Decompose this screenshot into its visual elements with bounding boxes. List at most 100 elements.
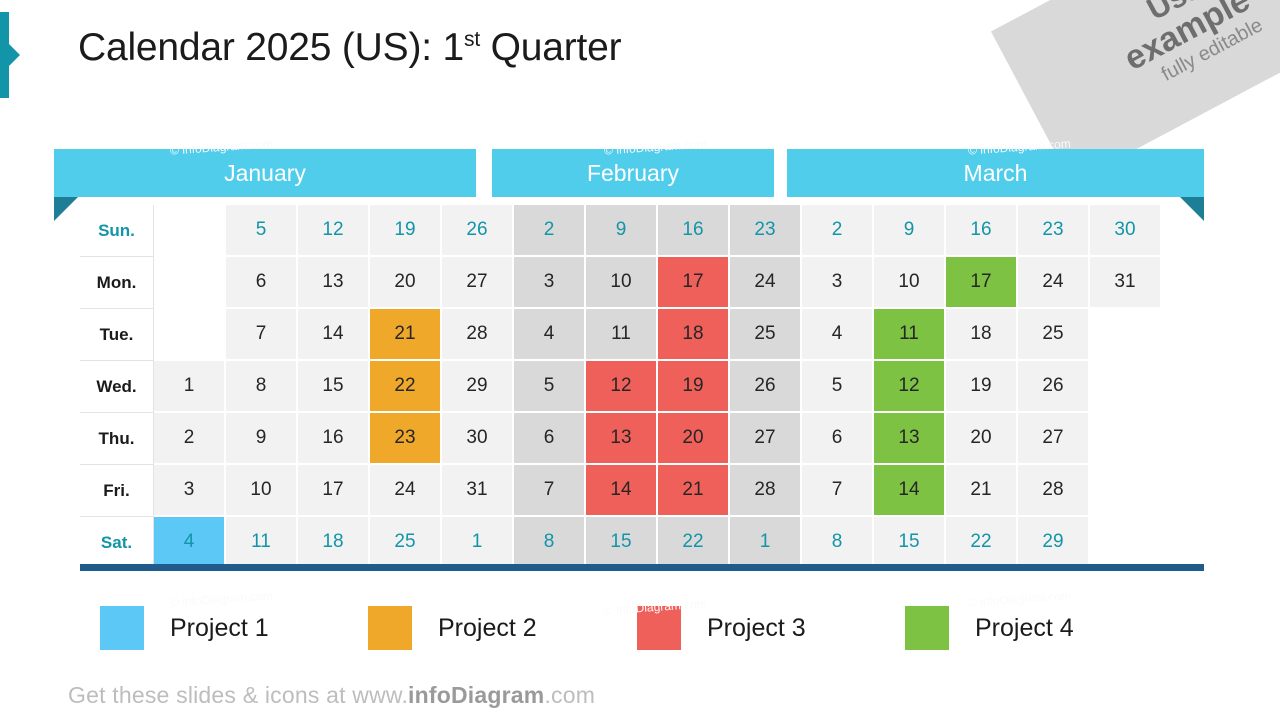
calendar-day-cell[interactable]: 6	[226, 257, 298, 309]
calendar-day-cell[interactable]: 25	[1018, 309, 1090, 361]
calendar-day-cell-marked[interactable]: 13	[586, 413, 658, 465]
calendar-day-cell[interactable]: 16	[298, 413, 370, 465]
calendar-day-cell[interactable]: 5	[802, 361, 874, 413]
calendar-day-cell[interactable]: 30	[1090, 205, 1162, 257]
calendar-day-cell-marked[interactable]: 20	[658, 413, 730, 465]
calendar-day-cell[interactable]: 9	[874, 205, 946, 257]
calendar-day-cell[interactable]: 10	[226, 465, 298, 517]
calendar-day-cell-marked[interactable]: 22	[370, 361, 442, 413]
calendar-day-cell[interactable]: 3	[802, 257, 874, 309]
calendar-day-cell[interactable]: 3	[514, 257, 586, 309]
calendar-day-cell[interactable]: 27	[442, 257, 514, 309]
calendar-day-cell[interactable]: 24	[730, 257, 802, 309]
calendar-day-cell[interactable]	[154, 257, 226, 309]
calendar-day-cell[interactable]: 2	[802, 205, 874, 257]
calendar-day-cell[interactable]: 16	[946, 205, 1018, 257]
calendar-day-cell[interactable]: 1	[154, 361, 226, 413]
calendar-day-cell[interactable]: 8	[514, 517, 586, 569]
calendar-day-cell[interactable]: 3	[154, 465, 226, 517]
calendar-day-cell-marked[interactable]: 13	[874, 413, 946, 465]
calendar-day-cell[interactable]: 2	[514, 205, 586, 257]
calendar-day-cell[interactable]: 13	[298, 257, 370, 309]
calendar-day-cell[interactable]: 24	[370, 465, 442, 517]
calendar-day-cell[interactable]: 26	[1018, 361, 1090, 413]
legend-item-3[interactable]: Project 3	[637, 606, 806, 650]
calendar-day-cell[interactable]: 19	[946, 361, 1018, 413]
calendar-day-cell[interactable]: 9	[586, 205, 658, 257]
calendar-day-cell[interactable]: 30	[442, 413, 514, 465]
month-header-january[interactable]: January	[54, 149, 476, 221]
month-header-march[interactable]: March	[787, 149, 1204, 221]
calendar-day-cell[interactable]: 27	[1018, 413, 1090, 465]
calendar-day-cell[interactable]: 23	[730, 205, 802, 257]
calendar-day-cell[interactable]: 5	[226, 205, 298, 257]
calendar-day-cell[interactable]: 1	[442, 517, 514, 569]
calendar-day-cell-marked[interactable]: 21	[658, 465, 730, 517]
calendar-day-cell[interactable]: 2	[154, 413, 226, 465]
calendar-day-cell[interactable]: 5	[514, 361, 586, 413]
calendar-day-cell[interactable]	[1090, 309, 1162, 361]
calendar-day-cell[interactable]: 4	[514, 309, 586, 361]
calendar-day-cell[interactable]: 16	[658, 205, 730, 257]
calendar-day-cell[interactable]: 31	[1090, 257, 1162, 309]
calendar-day-cell[interactable]: 22	[658, 517, 730, 569]
calendar-day-cell[interactable]: 14	[298, 309, 370, 361]
calendar-day-cell[interactable]: 12	[298, 205, 370, 257]
month-header-february[interactable]: February	[492, 149, 774, 197]
calendar-day-cell[interactable]: 17	[298, 465, 370, 517]
calendar-day-cell-marked[interactable]: 12	[586, 361, 658, 413]
calendar-day-cell[interactable]: 15	[298, 361, 370, 413]
calendar-day-cell-marked[interactable]: 11	[874, 309, 946, 361]
calendar-day-cell[interactable]: 11	[226, 517, 298, 569]
legend-item-2[interactable]: Project 2	[368, 606, 537, 650]
calendar-day-cell-marked[interactable]: 17	[658, 257, 730, 309]
calendar-day-cell[interactable]: 10	[874, 257, 946, 309]
calendar-day-cell[interactable]: 28	[442, 309, 514, 361]
calendar-day-cell[interactable]: 25	[370, 517, 442, 569]
calendar-day-cell[interactable]: 28	[730, 465, 802, 517]
calendar-day-cell[interactable]: 22	[946, 517, 1018, 569]
calendar-day-cell[interactable]: 19	[370, 205, 442, 257]
legend-item-1[interactable]: Project 1	[100, 606, 269, 650]
calendar-day-cell[interactable]: 23	[1018, 205, 1090, 257]
calendar-day-cell[interactable]: 18	[298, 517, 370, 569]
calendar-day-cell-marked[interactable]: 21	[370, 309, 442, 361]
legend-item-4[interactable]: Project 4	[905, 606, 1074, 650]
calendar-day-cell[interactable]: 6	[514, 413, 586, 465]
calendar-day-cell[interactable]: 7	[514, 465, 586, 517]
calendar-day-cell[interactable]	[1090, 413, 1162, 465]
calendar-day-cell[interactable]: 28	[1018, 465, 1090, 517]
calendar-day-cell[interactable]: 27	[730, 413, 802, 465]
calendar-day-cell[interactable]	[154, 205, 226, 257]
calendar-day-cell[interactable]	[1090, 517, 1162, 569]
calendar-day-cell[interactable]: 1	[730, 517, 802, 569]
calendar-day-cell[interactable]: 31	[442, 465, 514, 517]
calendar-day-cell[interactable]	[1090, 361, 1162, 413]
calendar-day-cell[interactable]: 7	[226, 309, 298, 361]
calendar-day-cell-marked[interactable]: 18	[658, 309, 730, 361]
calendar-day-cell-marked[interactable]: 14	[874, 465, 946, 517]
calendar-day-cell-marked[interactable]: 14	[586, 465, 658, 517]
calendar-day-cell[interactable]: 7	[802, 465, 874, 517]
calendar-day-cell[interactable]: 18	[946, 309, 1018, 361]
calendar-day-cell[interactable]: 26	[730, 361, 802, 413]
calendar-day-cell[interactable]: 24	[1018, 257, 1090, 309]
calendar-day-cell[interactable]: 8	[226, 361, 298, 413]
calendar-day-cell[interactable]: 15	[586, 517, 658, 569]
calendar-day-cell[interactable]: 29	[442, 361, 514, 413]
calendar-day-cell[interactable]: 6	[802, 413, 874, 465]
calendar-day-cell-marked[interactable]: 17	[946, 257, 1018, 309]
calendar-day-cell-marked[interactable]: 23	[370, 413, 442, 465]
calendar-day-cell-marked[interactable]: 4	[154, 517, 226, 569]
calendar-day-cell[interactable]: 10	[586, 257, 658, 309]
calendar-day-cell[interactable]: 15	[874, 517, 946, 569]
calendar-day-cell[interactable]: 29	[1018, 517, 1090, 569]
calendar-day-cell[interactable]: 20	[370, 257, 442, 309]
calendar-day-cell[interactable]: 9	[226, 413, 298, 465]
calendar-day-cell[interactable]: 21	[946, 465, 1018, 517]
calendar-day-cell-marked[interactable]: 19	[658, 361, 730, 413]
calendar-day-cell[interactable]	[154, 309, 226, 361]
footer-link[interactable]: Get these slides & icons at www.infoDiag…	[68, 682, 595, 709]
calendar-day-cell-marked[interactable]: 12	[874, 361, 946, 413]
calendar-day-cell[interactable]	[1090, 465, 1162, 517]
